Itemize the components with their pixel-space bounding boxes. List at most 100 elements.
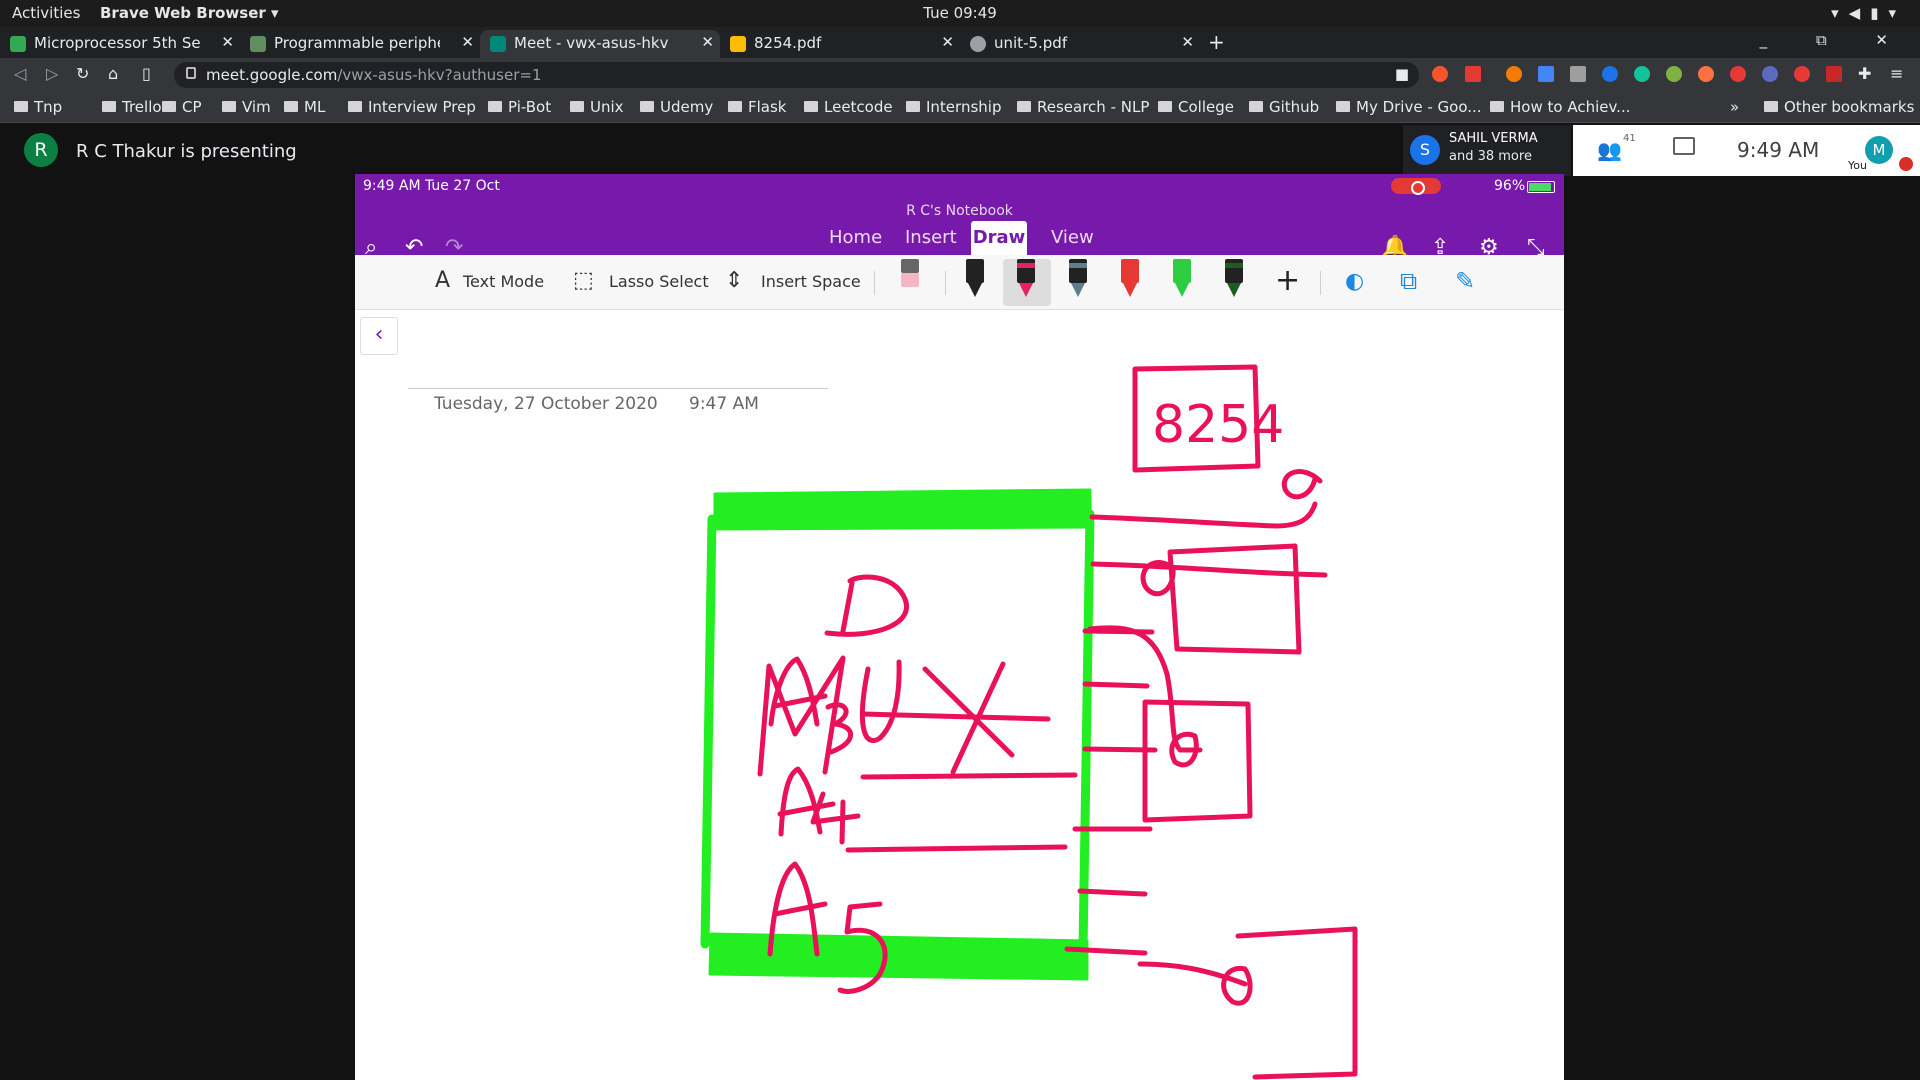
system-clock[interactable]: Tue 09:49 bbox=[0, 4, 1920, 22]
bookmark-folder[interactable]: Trello bbox=[102, 98, 162, 116]
shield-icon[interactable] bbox=[1730, 66, 1746, 82]
bookmark-drive[interactable]: My Drive - Goo... bbox=[1336, 98, 1482, 116]
calendar-icon[interactable] bbox=[1826, 66, 1842, 82]
tab-unit-5-pdf[interactable]: unit-5.pdf ✕ bbox=[960, 30, 1200, 58]
self-avatar[interactable]: M bbox=[1865, 136, 1893, 164]
ink-box-3 bbox=[1142, 699, 1253, 823]
close-icon[interactable]: ✕ bbox=[701, 33, 714, 51]
bookmarks-overflow[interactable]: » bbox=[1730, 98, 1739, 116]
tab-strip: Microprocessor 5th Semes ✕ Programmable … bbox=[0, 27, 1920, 58]
ink-output-line-1 bbox=[1089, 501, 1318, 529]
mux-bottom-bar bbox=[708, 932, 1089, 981]
record-icon[interactable] bbox=[1794, 66, 1810, 82]
bookmark-folder[interactable]: Pi-Bot bbox=[488, 98, 551, 116]
new-tab-button[interactable]: + bbox=[1208, 30, 1225, 54]
bookmark-folder[interactable]: Research - NLP bbox=[1017, 98, 1149, 116]
battery-icon: ▮ bbox=[1870, 4, 1889, 22]
address-bar[interactable]: meet.google.com/vwx-asus-hkv?authuser=1 … bbox=[174, 62, 1419, 88]
ink-letter-u bbox=[859, 659, 902, 743]
bookmark-folder[interactable]: Flask bbox=[728, 98, 787, 116]
close-icon[interactable]: ✕ bbox=[1181, 33, 1194, 51]
bookmark-folder[interactable]: CP bbox=[162, 98, 202, 116]
grammarly-icon[interactable] bbox=[1602, 66, 1618, 82]
tab-8254-pdf[interactable]: 8254.pdf ✕ bbox=[720, 30, 960, 58]
participant-tile[interactable]: S SAHIL VERMA and 38 more bbox=[1403, 125, 1571, 176]
ink-canvas[interactable]: 8254 bbox=[355, 174, 1564, 1080]
presented-screen: 9:49 AM Tue 27 Oct 96% R C's Notebook ⌕ … bbox=[355, 174, 1564, 1080]
chat-icon[interactable] bbox=[1673, 137, 1695, 155]
alarm-icon[interactable] bbox=[1698, 66, 1714, 82]
link-icon bbox=[250, 36, 266, 52]
bookmark-folder[interactable]: Unix bbox=[570, 98, 624, 116]
home-icon[interactable]: ⌂ bbox=[108, 64, 118, 83]
navigation-bar: ◁ ▷ ↻ ⌂ ▯ meet.google.com/vwx-asus-hkv?a… bbox=[0, 58, 1920, 92]
participant-avatar: S bbox=[1410, 135, 1440, 165]
lock-icon bbox=[186, 67, 196, 79]
meeting-clock: 9:49 AM bbox=[1737, 138, 1820, 162]
ink-label-8254: 8254 bbox=[1152, 395, 1284, 455]
close-icon[interactable]: ✕ bbox=[221, 33, 234, 51]
bookmark-folder[interactable]: Tnp bbox=[14, 98, 62, 116]
tab-title: Meet - vwx-asus-hkv bbox=[514, 34, 669, 52]
mux-top-bar bbox=[713, 488, 1092, 531]
puzzle-icon[interactable]: ✚ bbox=[1858, 64, 1871, 83]
ink-box-2 bbox=[1167, 543, 1302, 655]
forward-icon[interactable]: ▷ bbox=[46, 64, 58, 83]
volume-icon: ◀ bbox=[1848, 4, 1871, 22]
activities-button[interactable]: Activities bbox=[12, 4, 80, 22]
participant-more: and 38 more bbox=[1449, 149, 1532, 164]
menu-icon[interactable]: ≡ bbox=[1890, 64, 1903, 83]
power-icon: ▾ bbox=[1888, 4, 1906, 22]
tab-title: Programmable peripheral bbox=[274, 34, 440, 52]
presenting-label: R C Thakur is presenting bbox=[76, 141, 297, 162]
bookmark-folder[interactable]: ML bbox=[284, 98, 325, 116]
ink-connector-8254 bbox=[1281, 469, 1323, 500]
bookmark-folder[interactable]: Interview Prep bbox=[348, 98, 476, 116]
bookmark-folder[interactable]: Udemy bbox=[640, 98, 713, 116]
extension-icon[interactable] bbox=[1570, 66, 1586, 82]
url-host: meet.google.com bbox=[206, 66, 338, 84]
close-icon[interactable]: ✕ bbox=[461, 33, 474, 51]
pdf-icon bbox=[730, 36, 746, 52]
extension-icon[interactable] bbox=[1762, 66, 1778, 82]
ink-line-a5 bbox=[845, 844, 1068, 853]
mic-off-icon bbox=[1899, 157, 1913, 171]
app-menu[interactable]: Brave Web Browser ▾ bbox=[100, 4, 279, 22]
bookmark-folder[interactable]: Vim bbox=[222, 98, 271, 116]
wifi-icon: ▾ bbox=[1831, 4, 1849, 22]
tab-programmable-peripheral[interactable]: Programmable peripheral ✕ bbox=[240, 30, 480, 58]
translate-icon[interactable] bbox=[1538, 66, 1554, 82]
system-tray[interactable]: ▾◀▮▾ bbox=[1831, 4, 1906, 22]
meet-info-bar: 👥 41 9:49 AM M You bbox=[1573, 125, 1920, 176]
ink-line-a4 bbox=[860, 772, 1078, 780]
camera-icon[interactable]: ■ bbox=[1395, 65, 1409, 83]
tab-title: Microprocessor 5th Semes bbox=[34, 34, 200, 52]
globe-icon bbox=[970, 36, 986, 52]
window-controls[interactable]: _ ⧉ ✕ bbox=[1760, 31, 1910, 49]
brave-shields-icon[interactable] bbox=[1432, 66, 1448, 82]
people-icon[interactable]: 👥 bbox=[1597, 138, 1622, 162]
classroom-icon bbox=[10, 36, 26, 52]
bookmark-folder[interactable]: Internship bbox=[906, 98, 1001, 116]
bookmark-folder[interactable]: College bbox=[1158, 98, 1234, 116]
back-icon[interactable]: ◁ bbox=[14, 64, 26, 83]
mux-right-edge bbox=[1078, 509, 1095, 954]
close-icon[interactable]: ✕ bbox=[941, 33, 954, 51]
extension-icon[interactable] bbox=[1506, 66, 1522, 82]
bookmark-icon[interactable]: ▯ bbox=[142, 64, 151, 83]
ink-letter-d bbox=[824, 574, 909, 637]
ink-box-4 bbox=[1235, 926, 1358, 1080]
tab-title: unit-5.pdf bbox=[994, 34, 1068, 52]
bookmark-folder[interactable]: Leetcode bbox=[804, 98, 893, 116]
presenter-avatar: R bbox=[24, 133, 58, 167]
tab-microprocessor[interactable]: Microprocessor 5th Semes ✕ bbox=[0, 30, 240, 58]
ink-output-line-5 bbox=[1082, 681, 1150, 689]
plus-icon[interactable] bbox=[1666, 66, 1682, 82]
tab-meet[interactable]: Meet - vwx-asus-hkv ✕ bbox=[480, 30, 720, 58]
other-bookmarks[interactable]: Other bookmarks bbox=[1764, 98, 1914, 116]
brave-rewards-icon[interactable] bbox=[1465, 66, 1481, 82]
bookmark-youtube[interactable]: How to Achiev... bbox=[1490, 98, 1630, 116]
reload-icon[interactable]: ↻ bbox=[76, 64, 89, 83]
grammarly-icon[interactable] bbox=[1634, 66, 1650, 82]
bookmark-github[interactable]: Github bbox=[1249, 98, 1319, 116]
